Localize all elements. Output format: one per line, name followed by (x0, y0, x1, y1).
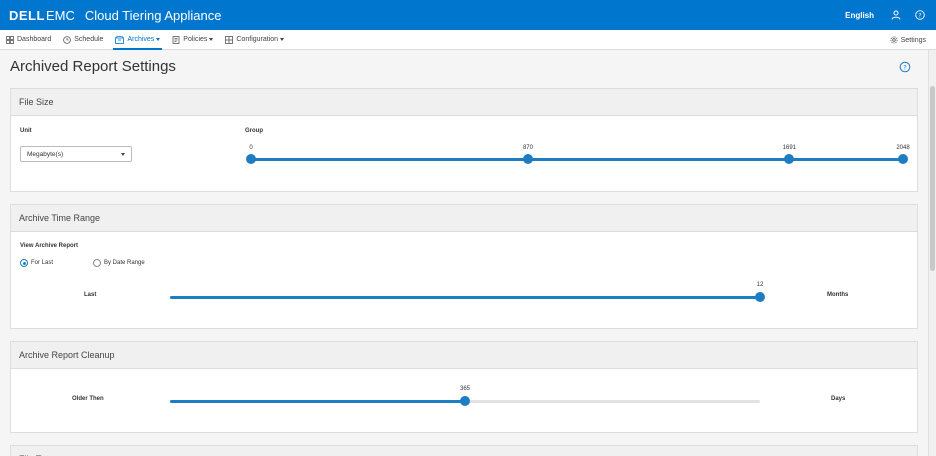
group-point-label: 1691 (782, 145, 797, 151)
gear-icon (890, 36, 898, 44)
nav-item-archives[interactable]: Archives (109, 30, 166, 50)
nav-label: Policies (183, 36, 208, 43)
nav-item-configuration[interactable]: Configuration (219, 30, 290, 50)
slider-handle[interactable] (522, 154, 533, 164)
time-range-slider[interactable]: 12 (170, 277, 765, 303)
group-point-label: 870 (522, 145, 533, 151)
group-label: Group (245, 128, 263, 134)
svg-text:?: ? (903, 63, 906, 71)
view-archive-report-label: View Archive Report (20, 243, 79, 249)
unit-select-value: Megabyte(s) (27, 150, 64, 158)
file-size-panel: File Size Unit Megabyte(s) Group 0 870 169… (10, 88, 918, 192)
radio-label: By Date Range (104, 260, 145, 266)
slider-track[interactable] (251, 158, 903, 161)
panel-header: File Size (11, 89, 917, 116)
days-unit: Days (831, 396, 846, 402)
slider-handle[interactable] (898, 154, 908, 164)
chevron-down-icon (156, 38, 161, 41)
svg-text:?: ? (918, 12, 921, 19)
chevron-down-icon (121, 153, 125, 156)
radio-label: For Last (31, 260, 54, 266)
nav-label: Configuration (236, 36, 279, 43)
nav-label: Dashboard (17, 36, 52, 43)
nav-item-policies[interactable]: Policies (166, 30, 219, 50)
group-range-slider[interactable]: 0 870 1691 2048 (246, 145, 910, 165)
slider-value: 365 (459, 386, 471, 392)
top-bar: DELL EMC Cloud Tiering Appliance English… (0, 0, 936, 30)
radio-by-date-range[interactable]: By Date Range (93, 259, 145, 267)
grid-icon (225, 35, 234, 44)
radio-button[interactable] (93, 259, 101, 267)
help-icon[interactable]: ? (914, 9, 926, 21)
nav-label: Archives (127, 36, 155, 43)
chevron-down-icon (209, 38, 214, 41)
panel-header: Archive Time Range (11, 205, 917, 232)
page-scrollbar[interactable] (928, 50, 936, 456)
panel-header: Archive Report Cleanup (11, 342, 917, 369)
nav-label: Schedule (74, 36, 104, 43)
file-type-panel: File Type (10, 445, 918, 456)
archive-icon (115, 35, 125, 44)
archive-report-cleanup-panel: Archive Report Cleanup Older Then 365 Da… (10, 341, 918, 433)
settings-label: Settings (900, 36, 926, 44)
group-point-label: 0 (249, 145, 253, 151)
months-unit: Months (827, 292, 849, 298)
panel-header: File Type (11, 446, 917, 456)
emc-logo: EMC (45, 7, 75, 23)
dell-logo: DELL (9, 7, 45, 23)
cleanup-slider[interactable]: 365 (170, 381, 760, 407)
app-title: Cloud Tiering Appliance (84, 7, 222, 23)
settings-link[interactable]: Settings (890, 30, 926, 50)
radio-button[interactable] (20, 259, 28, 267)
page-title: Archived Report Settings (10, 58, 176, 75)
user-icon[interactable] (890, 9, 902, 21)
unit-label: Unit (20, 128, 32, 134)
brand: DELL EMC Cloud Tiering Appliance (9, 8, 221, 23)
dashboard-icon (6, 35, 14, 44)
nav-item-dashboard[interactable]: Dashboard (0, 30, 57, 50)
nav-bar: Dashboard Schedule Archives Policies Con… (0, 30, 936, 50)
archive-time-range-panel: Archive Time Range View Archive Report F… (10, 204, 918, 329)
chevron-down-icon (280, 38, 285, 41)
group-point-label: 2048 (896, 145, 910, 151)
radio-for-last[interactable]: For Last (20, 259, 53, 267)
slider-fill (251, 158, 903, 161)
clock-icon (63, 35, 72, 44)
slider-track[interactable] (170, 296, 760, 299)
unit-select[interactable]: Megabyte(s) (20, 146, 132, 162)
nav-item-schedule[interactable]: Schedule (57, 30, 109, 50)
last-label: Last (84, 292, 97, 298)
language-selector[interactable]: English (845, 11, 874, 20)
slider-handle[interactable] (784, 154, 795, 164)
slider-handle[interactable] (755, 292, 765, 302)
older-then-label: Older Then (72, 396, 104, 402)
scrollbar-thumb[interactable] (930, 86, 935, 271)
slider-handle[interactable] (246, 154, 256, 164)
slider-handle[interactable] (460, 396, 470, 406)
slider-value: 12 (756, 282, 764, 288)
policy-icon (172, 35, 180, 44)
slider-fill (170, 400, 465, 403)
help-icon[interactable]: ? (899, 60, 911, 73)
topbar-actions: English ? (845, 0, 926, 30)
slider-fill (170, 296, 760, 299)
